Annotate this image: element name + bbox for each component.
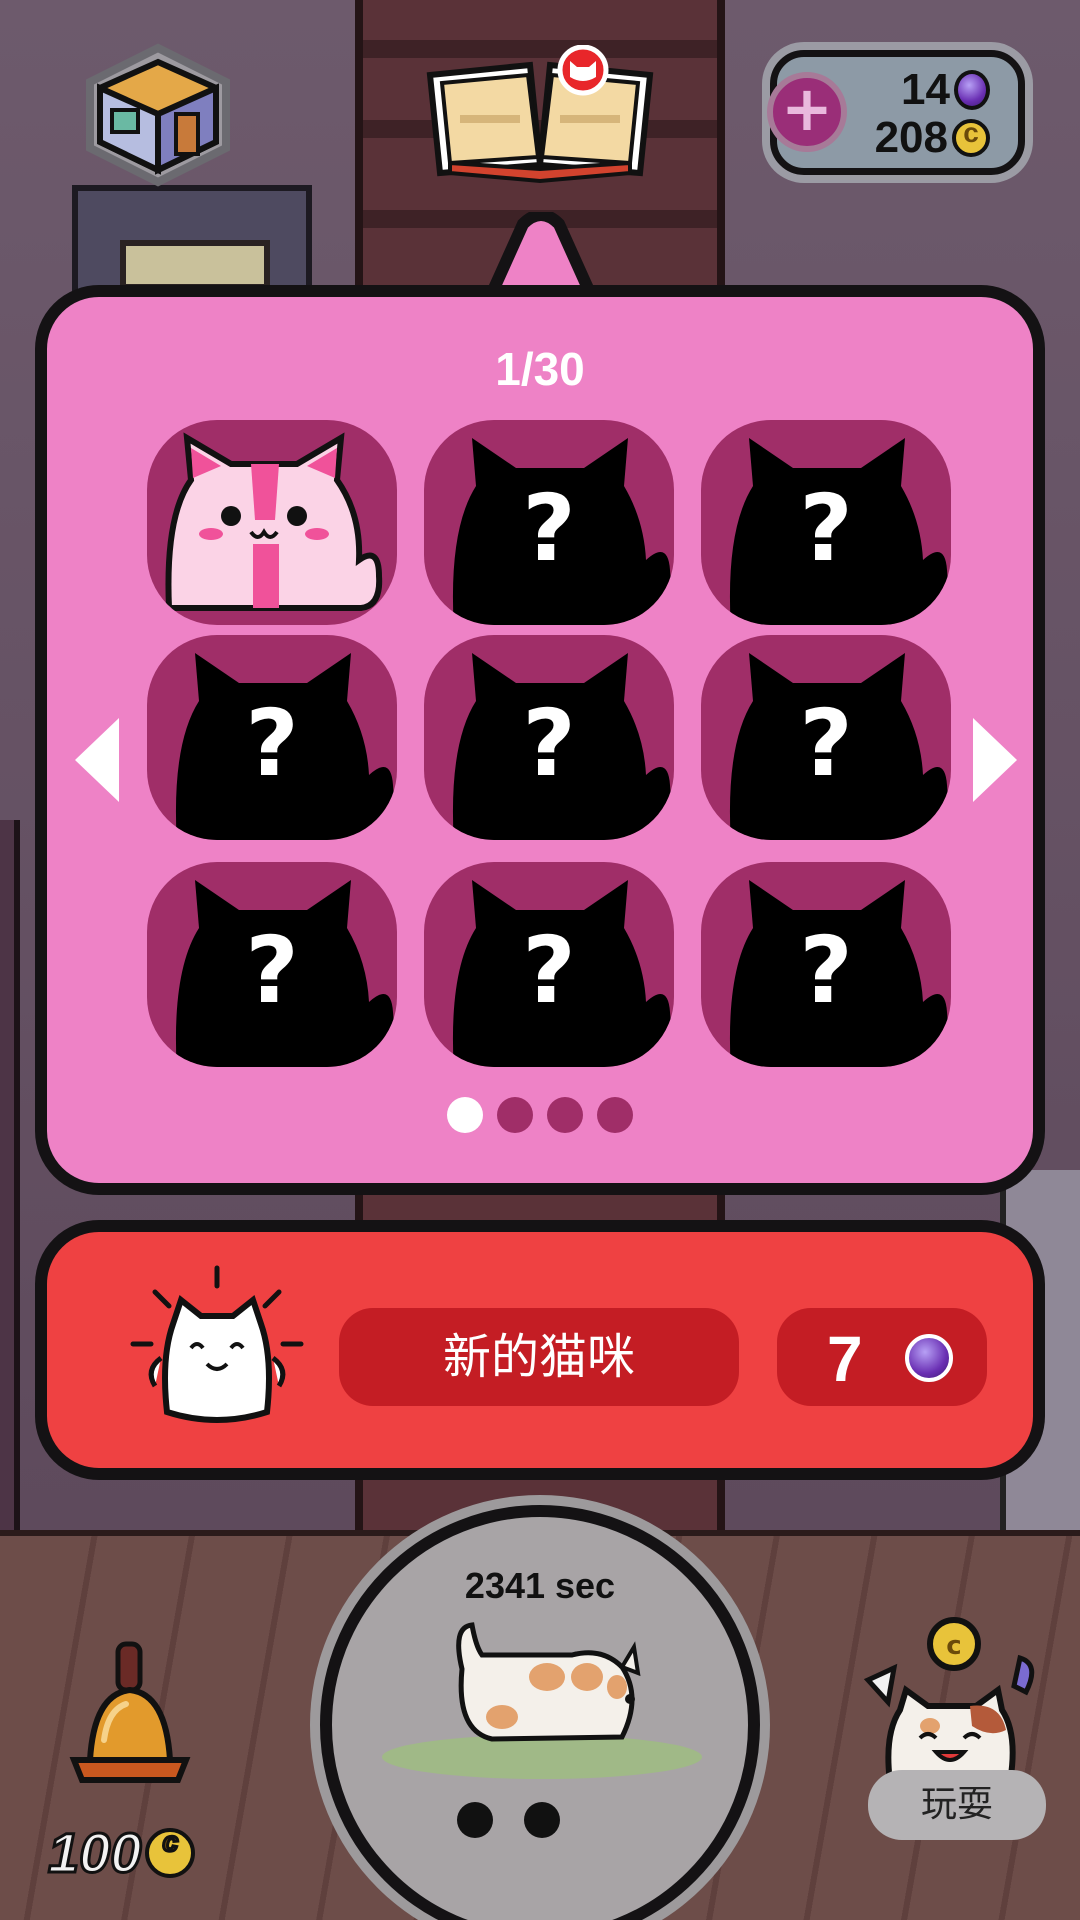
page-dots [47,1097,1033,1133]
locked-cat-silhouette-icon: ? [452,438,671,625]
locked-cat-silhouette-icon: ? [729,438,948,625]
bell-price-value: 100 [46,1820,142,1886]
locked-cat-silhouette-icon: ? [452,880,671,1067]
gold-coin-icon [145,1826,196,1878]
cat-cell-locked[interactable]: ? [701,635,951,840]
purple-gem-icon [905,1334,953,1382]
purple-gem-icon [954,70,990,110]
timer-dot [457,1802,493,1838]
bell-button[interactable] [60,1640,200,1800]
page-dot[interactable] [497,1097,533,1133]
page-dot[interactable] [447,1097,483,1133]
unknown-cat-mark: ? [522,690,575,797]
locked-cat-silhouette-icon: ? [175,653,394,840]
next-page-arrow-icon[interactable] [965,710,1025,810]
locked-cat-silhouette-icon: ? [729,653,948,840]
cat-cell-locked[interactable]: ? [424,635,674,840]
gem-counter: 14 [901,65,990,114]
coin-count: 208 [874,113,948,162]
unknown-cat-mark: ? [522,917,575,1024]
unknown-cat-mark: ? [245,690,298,797]
timer-dot [524,1802,560,1838]
new-cat-panel: 新的猫咪 7 [35,1220,1045,1480]
new-cat-price: 7 [827,1323,863,1395]
coin-counter: 208 [874,113,990,162]
svg-text:c: c [946,1631,961,1661]
timer-text: 2341 sec [464,1565,616,1606]
cat-cell-locked[interactable]: ? [147,635,397,840]
gem-count: 14 [901,65,950,114]
cat-album-book-icon [426,44,654,184]
new-cat-price-button[interactable]: 7 [777,1308,987,1406]
page-dot[interactable] [547,1097,583,1133]
cat-album-button[interactable] [420,44,660,185]
cat-cell-locked[interactable]: ? [424,420,674,625]
bell-icon [69,1641,191,1783]
happy-cat-icon [130,1265,304,1423]
gold-coin-icon [952,117,990,157]
room-button[interactable] [78,40,238,190]
play-label[interactable]: 玩耍 [868,1770,1046,1840]
unknown-cat-mark: ? [799,917,852,1024]
cat-cell-locked[interactable]: ? [701,420,951,625]
play-cat-icon: c [863,1617,1035,1785]
room-box-icon [86,43,230,187]
pink-cat-icon [165,432,383,611]
locked-cat-silhouette-icon: ? [729,880,948,1067]
cat-cell-locked[interactable]: ? [147,862,397,1067]
background-frame [120,240,270,290]
bell-price: 100 [46,1820,196,1886]
plus-icon: + [781,72,833,145]
page-dot[interactable] [597,1097,633,1133]
unknown-cat-mark: ? [522,475,575,582]
walking-cat-icon [382,1622,702,1779]
page-indicator: 1/30 [495,343,585,395]
locked-cat-silhouette-icon: ? [452,653,671,840]
unknown-cat-mark: ? [245,917,298,1024]
locked-cat-silhouette-icon: ? [175,880,394,1067]
background-wall-left [0,820,20,1540]
prev-page-arrow-icon[interactable] [67,710,127,810]
cat-cell-locked[interactable]: ? [701,862,951,1067]
cat-cell-unlocked[interactable] [147,420,397,625]
unknown-cat-mark: ? [799,475,852,582]
cat-album-panel: 1/30 ???????? [35,285,1045,1195]
new-cat-button[interactable]: 新的猫咪 [339,1308,739,1406]
cat-timer-button[interactable]: 2341 sec [320,1505,760,1920]
cat-cell-locked[interactable]: ? [424,862,674,1067]
unknown-cat-mark: ? [799,690,852,797]
add-currency-button[interactable]: + [767,72,847,152]
